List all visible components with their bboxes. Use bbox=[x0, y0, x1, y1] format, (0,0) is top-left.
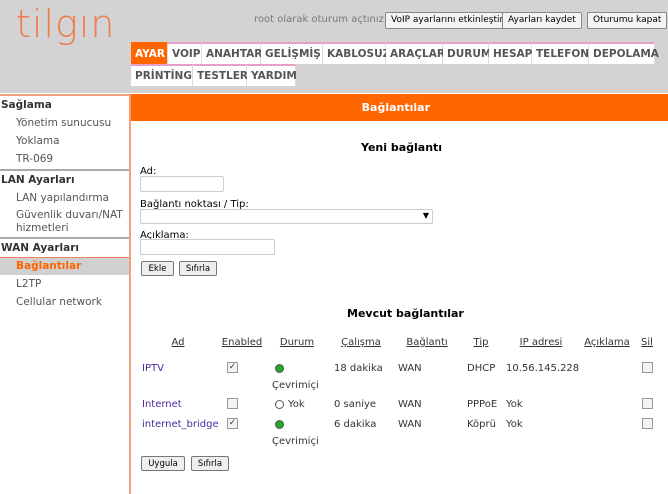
logout-button[interactable]: Oturumu kapat bbox=[587, 12, 668, 29]
sidebar-item-yoklama[interactable]: Yoklama bbox=[16, 135, 60, 148]
sidebar-section-saglama: Sağlama bbox=[1, 99, 52, 111]
nav-ayar[interactable]: AYAR bbox=[131, 42, 168, 64]
nav-yardim[interactable]: YARDIM bbox=[247, 64, 297, 86]
col-calisma[interactable]: Çalışma bbox=[341, 337, 381, 348]
ip-address: Yok bbox=[506, 399, 523, 410]
nav-printing[interactable]: PRİNTİNG bbox=[131, 64, 193, 86]
chevron-down-icon: ▼ bbox=[422, 211, 429, 220]
status-text: Çevrimiçi bbox=[272, 436, 319, 447]
link: WAN bbox=[398, 363, 422, 374]
online-status-icon bbox=[275, 364, 284, 373]
uptime: 18 dakika bbox=[334, 363, 383, 374]
connection-name-link[interactable]: internet_bridge bbox=[142, 419, 219, 430]
nav-telefon[interactable]: TELEFON bbox=[532, 42, 589, 64]
sidebar-item-yonetim-sunucusu[interactable]: Yönetim sunucusu bbox=[16, 117, 111, 130]
col-baglanti[interactable]: Bağlantı bbox=[406, 337, 447, 348]
offline-status-icon bbox=[275, 400, 284, 409]
apply-button[interactable]: Uygula bbox=[141, 456, 185, 471]
enabled-checkbox[interactable]: ✓ bbox=[227, 418, 238, 429]
delete-checkbox[interactable] bbox=[642, 418, 653, 429]
col-sil[interactable]: Sil bbox=[641, 337, 653, 348]
nav-voip[interactable]: VOIP bbox=[168, 42, 202, 64]
type: PPPoE bbox=[467, 399, 498, 410]
nav-kablosuz[interactable]: KABLOSUZ bbox=[323, 42, 390, 64]
enabled-checkbox[interactable]: ✓ bbox=[227, 362, 238, 373]
add-button[interactable]: Ekle bbox=[141, 261, 174, 276]
new-connection-heading: Yeni bağlantı bbox=[361, 141, 443, 154]
col-aciklama[interactable]: Açıklama bbox=[584, 337, 630, 348]
delete-checkbox[interactable] bbox=[642, 398, 653, 409]
connection-name-link[interactable]: Internet bbox=[142, 399, 182, 410]
divider bbox=[0, 169, 129, 171]
type: Köprü bbox=[467, 419, 496, 430]
sidebar-item-firewall-nat[interactable]: Güvenlik duvarı/NAT hizmetleri bbox=[16, 209, 126, 235]
nav-hesap[interactable]: HESAP bbox=[489, 42, 532, 64]
col-ip[interactable]: IP adresi bbox=[520, 337, 563, 348]
nav-testler[interactable]: TESTLER bbox=[193, 64, 248, 86]
sidebar-item-tr069[interactable]: TR-069 bbox=[16, 153, 53, 166]
uptime: 0 saniye bbox=[334, 399, 377, 410]
reset-button[interactable]: Sıfırla bbox=[191, 456, 229, 471]
login-status: root olarak oturum açtınız. bbox=[254, 14, 388, 25]
col-enabled[interactable]: Enabled bbox=[222, 337, 262, 348]
col-durum[interactable]: Durum bbox=[280, 337, 314, 348]
connection-name-link[interactable]: IPTV bbox=[142, 363, 164, 374]
nav-anahtar[interactable]: ANAHTAR bbox=[202, 42, 262, 64]
sidebar-item-cellular[interactable]: Cellular network bbox=[16, 296, 102, 309]
ip-address: 10.56.145.228 bbox=[506, 363, 580, 374]
link: WAN bbox=[398, 419, 422, 430]
sidebar-item-lan-config[interactable]: LAN yapılandırma bbox=[16, 192, 109, 205]
sidebar-item-baglantilar[interactable]: Bağlantılar bbox=[16, 260, 81, 273]
save-settings-button[interactable]: Ayarları kaydet bbox=[502, 12, 582, 29]
sidebar-section-lan: LAN Ayarları bbox=[1, 174, 75, 186]
link: WAN bbox=[398, 399, 422, 410]
existing-connections-heading: Mevcut bağlantılar bbox=[347, 307, 464, 320]
status-text: Çevrimiçi bbox=[272, 380, 319, 391]
name-input[interactable] bbox=[140, 176, 224, 192]
nav-durum[interactable]: DURUM bbox=[443, 42, 491, 64]
reset-new-button[interactable]: Sıfırla bbox=[179, 261, 217, 276]
uptime: 6 dakika bbox=[334, 419, 377, 430]
sidebar-item-l2tp[interactable]: L2TP bbox=[16, 278, 41, 291]
sidebar-section-wan: WAN Ayarları bbox=[1, 242, 80, 254]
delete-checkbox[interactable] bbox=[642, 362, 653, 373]
nav-araclar[interactable]: ARAÇLAR bbox=[386, 42, 445, 64]
description-input[interactable] bbox=[140, 239, 275, 255]
divider bbox=[0, 237, 129, 239]
status-text: Yok bbox=[288, 399, 305, 410]
col-ad[interactable]: Ad bbox=[171, 337, 184, 348]
ip-address: Yok bbox=[506, 419, 523, 430]
nav-depolama[interactable]: DEPOLAMA bbox=[589, 42, 659, 64]
type-select[interactable]: ▼ bbox=[140, 209, 433, 224]
tilgin-logo: tilgın bbox=[16, 2, 116, 46]
online-status-icon bbox=[275, 420, 284, 429]
col-tip[interactable]: Tip bbox=[474, 337, 489, 348]
enabled-checkbox[interactable] bbox=[227, 398, 238, 409]
type: DHCP bbox=[467, 363, 496, 374]
nav-gelismis[interactable]: GELİŞMİŞ bbox=[261, 42, 323, 64]
page-title: Bağlantılar bbox=[131, 94, 668, 121]
enable-voip-button[interactable]: VoIP ayarlarını etkinleştir bbox=[385, 12, 510, 29]
